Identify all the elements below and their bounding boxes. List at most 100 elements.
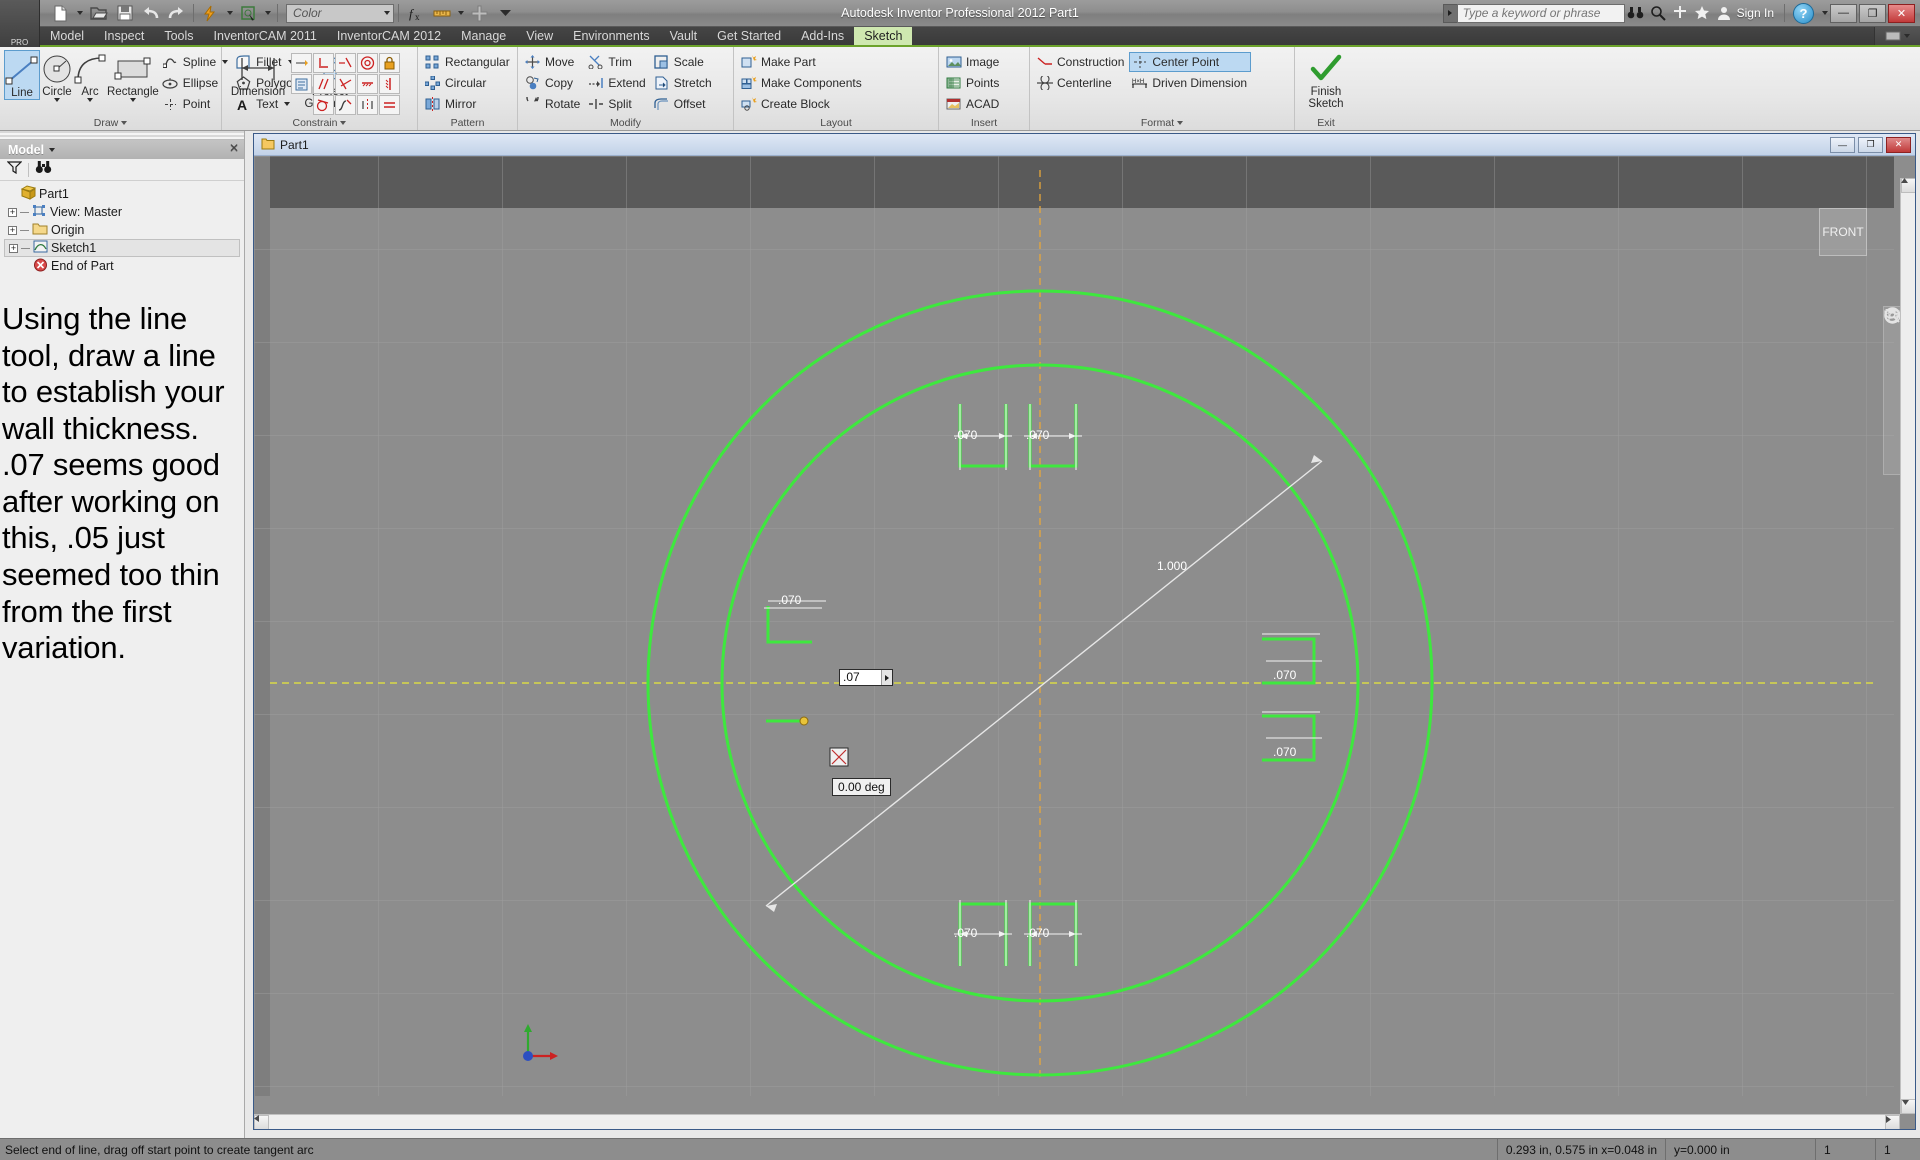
- tree-node-view-master[interactable]: + View: Master: [4, 203, 244, 221]
- chevron-down-icon[interactable]: [87, 98, 93, 102]
- dimension-button[interactable]: Dimension: [226, 50, 290, 98]
- scale-button[interactable]: Scale: [651, 52, 716, 72]
- image-button[interactable]: Image: [943, 52, 1003, 72]
- fix-lock-icon[interactable]: [379, 53, 400, 73]
- move-button[interactable]: Move: [522, 52, 584, 72]
- circular-pattern-button[interactable]: Circular: [422, 73, 514, 93]
- favorites-star-icon[interactable]: [1691, 1, 1713, 25]
- close-button[interactable]: ✕: [1888, 3, 1915, 23]
- tab-inventorcam-2012[interactable]: InventorCAM 2012: [327, 27, 451, 45]
- open-file-icon[interactable]: [86, 1, 111, 25]
- sketch-canvas[interactable]: .070 .070 .070 .070 .070 .070 .070 1.000…: [254, 156, 1915, 1129]
- tab-inspect[interactable]: Inspect: [94, 27, 154, 45]
- browser-close-icon[interactable]: ✕: [229, 141, 239, 155]
- tab-manage[interactable]: Manage: [451, 27, 516, 45]
- line-button[interactable]: Line: [4, 50, 40, 100]
- horizontal-icon[interactable]: [357, 74, 378, 94]
- extend-button[interactable]: Extend: [585, 73, 649, 93]
- save-icon[interactable]: [112, 1, 137, 25]
- offset-button[interactable]: Offset: [651, 94, 716, 114]
- scroll-left-button[interactable]: [254, 1115, 269, 1129]
- update-dropdown-icon[interactable]: [224, 1, 235, 25]
- view-cube[interactable]: FRONT: [1819, 208, 1867, 256]
- search-expand-icon[interactable]: [1442, 3, 1457, 23]
- tree-node-part1[interactable]: Part1: [4, 185, 244, 203]
- search-icon[interactable]: [1647, 1, 1669, 25]
- tab-inventorcam-2011[interactable]: InventorCAM 2011: [204, 27, 327, 45]
- minimize-button[interactable]: —: [1830, 3, 1857, 23]
- document-close-button[interactable]: ✕: [1886, 136, 1911, 153]
- new-file-dropdown-icon[interactable]: [74, 1, 85, 25]
- chevron-down-icon[interactable]: [129, 98, 136, 102]
- collinear-icon[interactable]: [335, 53, 356, 73]
- measure-icon[interactable]: [429, 1, 454, 25]
- parallel-icon[interactable]: [313, 74, 334, 94]
- vertical-icon[interactable]: [379, 74, 400, 94]
- select-dropdown-icon[interactable]: [262, 1, 273, 25]
- circle-button[interactable]: Circle: [41, 50, 73, 102]
- tree-node-origin[interactable]: + Origin: [4, 221, 244, 239]
- vertical-scrollbar[interactable]: [1900, 178, 1915, 1114]
- rectangle-button[interactable]: Rectangle: [107, 50, 159, 102]
- redo-icon[interactable]: [164, 1, 189, 25]
- ribbon-options[interactable]: [1874, 27, 1920, 45]
- finish-sketch-button[interactable]: Finish Sketch: [1299, 50, 1353, 110]
- select-icon[interactable]: [236, 1, 261, 25]
- arc-button[interactable]: Arc: [74, 50, 106, 102]
- create-block-button[interactable]: Create Block: [738, 94, 866, 114]
- tab-model[interactable]: Model: [40, 27, 94, 45]
- equal-icon[interactable]: [379, 95, 400, 115]
- rotate-button[interactable]: Rotate: [522, 94, 584, 114]
- update-icon[interactable]: [198, 1, 223, 25]
- document-restore-button[interactable]: ❐: [1858, 136, 1883, 153]
- constraint-auto-icon[interactable]: [291, 53, 312, 73]
- tab-add-ins[interactable]: Add-Ins: [791, 27, 854, 45]
- points-button[interactable]: Points: [943, 73, 1003, 93]
- filter-icon[interactable]: [6, 160, 23, 179]
- dimension-value-top-right[interactable]: .070: [1026, 428, 1049, 442]
- scroll-down-button[interactable]: [1901, 1099, 1915, 1114]
- dimension-value-left-upper[interactable]: .070: [778, 593, 801, 607]
- new-file-icon[interactable]: [48, 1, 73, 25]
- constraint-show-icon[interactable]: [291, 74, 312, 94]
- sign-in-button[interactable]: Sign In: [1735, 6, 1781, 20]
- driven-dimension-button[interactable]: H×H Driven Dimension: [1129, 73, 1251, 93]
- scroll-right-button[interactable]: [1885, 1115, 1900, 1129]
- spinner-icon[interactable]: [881, 670, 892, 685]
- mirror-button[interactable]: Mirror: [422, 94, 514, 114]
- binoculars-icon[interactable]: [1625, 1, 1647, 25]
- expander-icon[interactable]: +: [8, 207, 17, 217]
- exchange-apps-icon[interactable]: [1669, 1, 1691, 25]
- dimension-value-diameter[interactable]: 1.000: [1157, 559, 1187, 573]
- dimension-value-right-upper[interactable]: .070: [1273, 668, 1296, 682]
- help-dropdown-icon[interactable]: [1819, 1, 1830, 25]
- smooth-icon[interactable]: [335, 95, 356, 115]
- scroll-up-button[interactable]: [1901, 178, 1915, 193]
- tab-view[interactable]: View: [516, 27, 563, 45]
- tree-node-sketch1[interactable]: + Sketch1: [4, 239, 240, 257]
- concentric-icon[interactable]: [357, 53, 378, 73]
- measure-dropdown-icon[interactable]: [455, 1, 466, 25]
- center-point-button[interactable]: Center Point: [1129, 52, 1252, 72]
- expander-icon[interactable]: +: [8, 225, 17, 235]
- color-combo[interactable]: Color: [286, 3, 394, 23]
- rectangular-pattern-button[interactable]: Rectangular: [422, 52, 514, 72]
- browser-grip[interactable]: [0, 131, 244, 140]
- document-minimize-button[interactable]: —: [1830, 136, 1855, 153]
- tangent-icon[interactable]: [313, 95, 334, 115]
- dimension-value-top-left[interactable]: .070: [954, 428, 977, 442]
- expander-icon[interactable]: +: [9, 243, 18, 253]
- construction-button[interactable]: Construction: [1034, 52, 1128, 72]
- fx-icon[interactable]: fx: [403, 1, 428, 25]
- user-account-icon[interactable]: [1713, 1, 1735, 25]
- tab-environments[interactable]: Environments: [563, 27, 659, 45]
- centerline-button[interactable]: Centerline: [1034, 73, 1128, 93]
- trim-button[interactable]: Trim: [585, 52, 649, 72]
- split-button[interactable]: Split: [585, 94, 649, 114]
- chevron-down-icon[interactable]: [54, 98, 60, 102]
- stretch-button[interactable]: Stretch: [651, 73, 716, 93]
- coincident-icon[interactable]: [313, 53, 334, 73]
- perpendicular-icon[interactable]: [335, 74, 356, 94]
- application-menu-button[interactable]: PRO: [0, 0, 40, 47]
- make-components-button[interactable]: Make Components: [738, 73, 866, 93]
